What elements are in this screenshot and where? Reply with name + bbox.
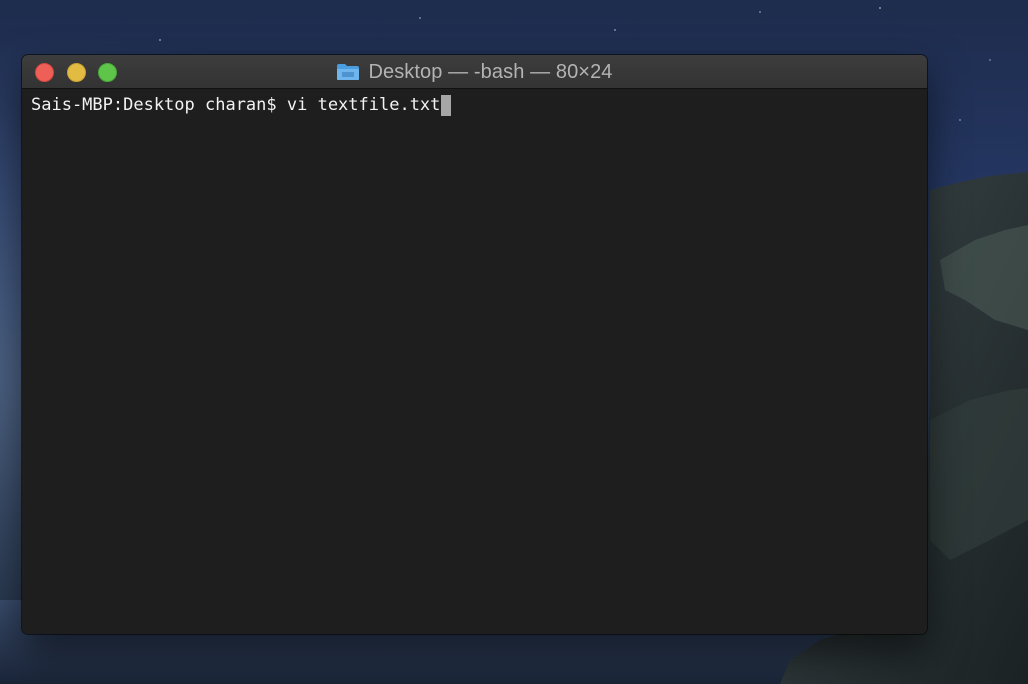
- shell-prompt: Sais-MBP:Desktop charan$: [31, 95, 287, 115]
- title-bar[interactable]: Desktop — -bash — 80×24: [22, 55, 927, 89]
- command-line: Sais-MBP:Desktop charan$ vi textfile.txt: [31, 94, 452, 116]
- typed-command: vi textfile.txt: [286, 95, 441, 115]
- folder-icon: [337, 64, 360, 80]
- window-title: Desktop — -bash — 80×24: [368, 60, 613, 83]
- terminal-content[interactable]: Sais-MBP:Desktop charan$ vi textfile.txt: [22, 89, 927, 634]
- text-cursor: [441, 94, 452, 116]
- window-title-group: Desktop — -bash — 80×24: [22, 55, 927, 89]
- terminal-window[interactable]: Desktop — -bash — 80×24 Sais-MBP:Desktop…: [22, 55, 927, 634]
